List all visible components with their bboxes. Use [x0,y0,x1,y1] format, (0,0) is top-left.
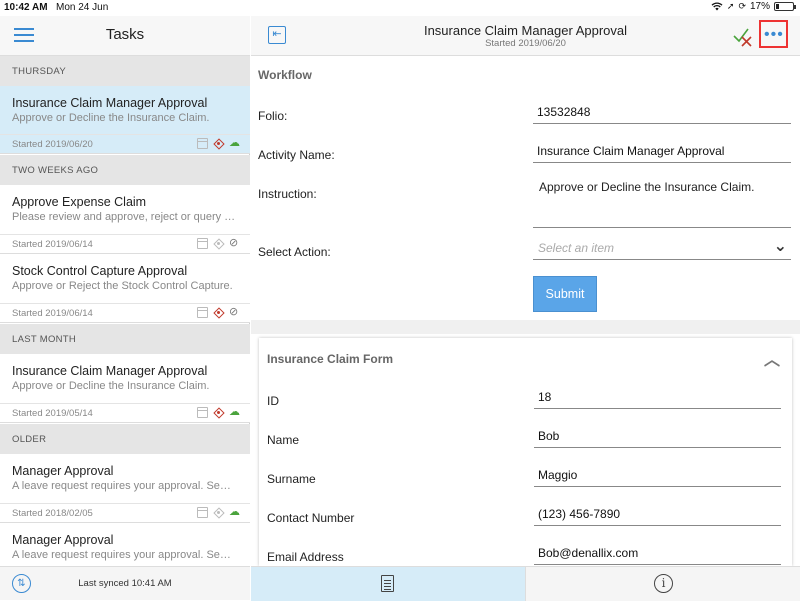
task-list-footer: ⇅ Last synced 10:41 AM [0,566,250,600]
instruction-field[interactable]: Approve or Decline the Insurance Claim. [533,180,791,228]
cloud-icon: ☁ [229,506,240,518]
chevron-down-icon: ⌄ [773,238,787,255]
task-item[interactable]: Insurance Claim Manager Approval Approve… [0,354,250,423]
task-list-title: Tasks [105,26,145,43]
field-label: Surname [267,472,316,486]
task-item[interactable]: Stock Control Capture Approval Approve o… [0,254,250,323]
chevron-up-icon[interactable]: ︿ [764,346,780,370]
surname-field[interactable]: Maggio [534,468,781,487]
task-item[interactable]: Manager Approval A leave request require… [0,454,250,523]
calendar-icon [197,138,208,149]
section-header: OLDER [0,424,250,454]
task-detail-header: ⇤ Insurance Claim Manager Approval Start… [251,16,800,56]
calendar-icon [197,238,208,249]
battery-percent: 17% [749,1,770,12]
calendar-icon [197,307,208,318]
section-header: THURSDAY [0,56,250,86]
task-title: Manager Approval [12,533,114,547]
task-description: Please review and approve, reject or que… [12,211,237,223]
calendar-icon [197,507,208,518]
status-time: 10:42 AM [4,2,48,13]
calendar-icon [197,407,208,418]
name-field[interactable]: Bob [534,429,781,448]
email-address-field[interactable]: Bob@denallix.com [534,546,781,565]
eye-off-icon: ⊘ [229,306,239,318]
task-detail-subtitle: Started 2019/06/20 [485,38,566,49]
task-item[interactable]: Approve Expense Claim Please review and … [0,185,250,254]
id-field[interactable]: 18 [534,390,781,409]
document-icon [381,575,394,592]
task-detail-title: Insurance Claim Manager Approval [423,23,628,38]
task-started-date: Started 2019/06/14 [12,308,93,319]
task-description: A leave request requires your approval. … [12,480,237,492]
task-started-date: Started 2019/06/14 [12,239,93,250]
eye-off-icon: ⊘ [229,237,239,249]
select-action-label: Select Action: [258,245,331,259]
tab-info[interactable]: i [525,567,800,601]
task-description: Approve or Decline the Insurance Claim. [12,380,210,392]
tab-form[interactable] [251,567,525,601]
battery-fill [776,4,779,9]
field-label: Contact Number [267,511,355,525]
more-options-icon[interactable]: ••• [759,20,788,48]
select-action-dropdown[interactable]: Select an item ⌄ [533,238,791,260]
task-started-date: Started 2018/02/05 [12,508,93,519]
activity-name-label: Activity Name: [258,148,335,162]
task-item[interactable]: Manager Approval A leave request require… [0,523,250,566]
task-detail-pane: ⇤ Insurance Claim Manager Approval Start… [251,16,800,601]
insurance-claim-form: Insurance Claim Form ︿ ID 18 Name Bob Su… [259,338,792,566]
info-icon: i [654,574,673,593]
section-header: LAST MONTH [0,324,250,354]
task-list-pane: Tasks THURSDAY Insurance Claim Manager A… [0,16,250,600]
location-icon: ➚ [726,1,735,11]
task-started-date: Started 2019/06/20 [12,139,93,150]
diamond-grey-icon [213,507,224,518]
activity-name-field[interactable]: Insurance Claim Manager Approval [533,144,791,163]
task-description: Approve or Reject the Stock Control Capt… [12,280,233,292]
diamond-icon [213,138,224,149]
task-title: Stock Control Capture Approval [12,264,188,278]
task-title: Insurance Claim Manager Approval [12,364,208,378]
task-item[interactable]: Insurance Claim Manager Approval Approve… [0,86,250,154]
diamond-grey-icon [213,238,224,249]
status-date: Mon 24 Jun [56,2,109,13]
field-label: Name [267,433,300,447]
field-label: ID [267,394,279,408]
form-title: Insurance Claim Form [267,352,394,366]
task-description: A leave request requires your approval. … [12,549,237,561]
submit-button[interactable]: Submit [533,276,597,312]
workflow-title: Workflow [258,68,312,82]
last-synced-text: Last synced 10:41 AM [78,578,172,589]
bottom-tab-bar: i [251,566,800,601]
cloud-icon: ☁ [229,137,240,149]
task-started-date: Started 2019/05/14 [12,408,93,419]
wifi-icon [711,2,723,11]
instruction-label: Instruction: [258,187,317,201]
battery-icon [774,2,796,11]
field-label: Email Address [267,550,344,564]
task-title: Insurance Claim Manager Approval [12,96,208,110]
diamond-icon [213,407,224,418]
folio-field[interactable]: 13532848 [533,105,791,124]
task-description: Approve or Decline the Insurance Claim. [12,112,210,124]
select-action-placeholder: Select an item [538,241,615,255]
folio-label: Folio: [258,109,288,123]
approve-check-icon[interactable] [731,24,755,48]
task-title: Manager Approval [12,464,114,478]
task-list-header: Tasks [0,16,250,56]
orientation-lock-icon: ⟳ [738,1,746,11]
contact-number-field[interactable]: (123) 456-7890 [534,507,781,526]
section-header: TWO WEEKS AGO [0,155,250,185]
section-divider [251,320,800,334]
task-title: Approve Expense Claim [12,195,147,209]
cloud-icon: ☁ [229,406,240,418]
diamond-icon [213,307,224,318]
status-bar: 10:42 AM Mon 24 Jun ➚ ⟳ 17% [0,0,800,16]
workflow-section: Workflow Folio: 13532848 Activity Name: … [251,56,800,320]
